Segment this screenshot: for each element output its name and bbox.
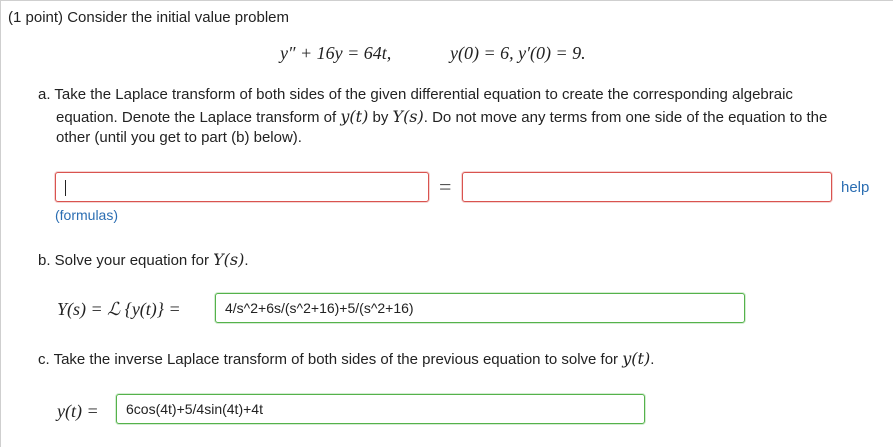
part-a-line3: other (until you get to part (b) below). (56, 129, 302, 146)
Ys-symbol: Y(s) (392, 107, 424, 126)
Ys-answer-input[interactable]: 4/s^2+6s/(s^2+16)+5/(s^2+16) (215, 293, 745, 323)
help-link[interactable]: help (841, 179, 869, 196)
ode-equation: y″ + 16y = 64t, (280, 43, 392, 63)
equals-sign: = (439, 174, 452, 199)
part-a-line2-post: . Do not move any terms from one side of… (423, 109, 828, 126)
formulas-link[interactable]: (formulas) (55, 207, 118, 223)
Ys-laplace-label: Y(s) = ℒ {y(t)} = (57, 299, 181, 319)
text-cursor (65, 180, 66, 197)
Ys-symbol-b: Y(s) (213, 250, 245, 269)
Ys-answer-value: 4/s^2+6s/(s^2+16)+5/(s^2+16) (225, 300, 414, 316)
part-c-prompt: c. Take the inverse Laplace transform of… (38, 349, 655, 368)
part-a-line2: equation. Denote the Laplace transform o… (56, 107, 827, 126)
yt-symbol: y(t) (340, 107, 369, 126)
part-a-line2-pre: equation. Denote the Laplace transform o… (56, 109, 341, 126)
laplace-left-input[interactable] (55, 172, 429, 202)
yt-symbol-c: y(t) (622, 349, 651, 368)
yt-answer-value: 6cos(4t)+5/4sin(4t)+4t (126, 401, 263, 417)
yt-label: y(t) = (57, 401, 99, 421)
initial-conditions: y(0) = 6, y′(0) = 9. (450, 43, 586, 63)
yt-answer-input[interactable]: 6cos(4t)+5/4sin(4t)+4t (116, 394, 645, 424)
part-b-prompt: b. Solve your equation for Y(s). (38, 250, 249, 269)
points-label: (1 point) (8, 9, 64, 26)
problem-header: (1 point) Consider the initial value pro… (8, 9, 289, 26)
problem-frame (0, 0, 893, 447)
laplace-right-input[interactable] (462, 172, 832, 202)
by-text: by (368, 109, 393, 126)
intro-text: Consider the initial value problem (67, 9, 289, 26)
part-a-line1: a. Take the Laplace transform of both si… (38, 86, 793, 103)
